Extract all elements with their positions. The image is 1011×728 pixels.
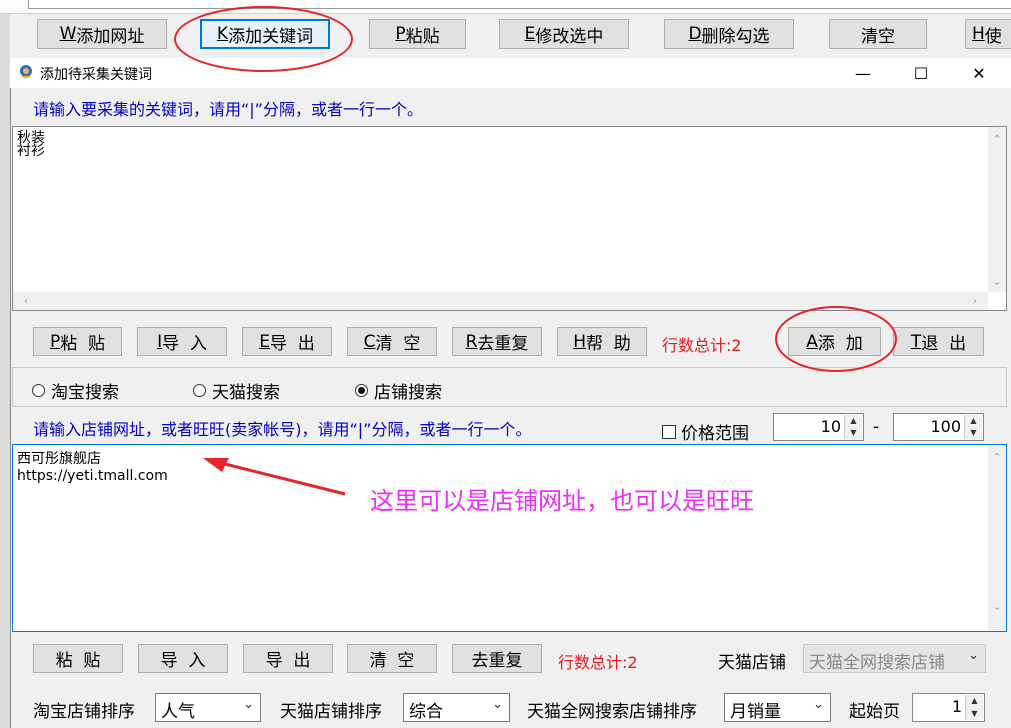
radio-taobao-search[interactable]: 淘宝搜索 — [32, 378, 119, 403]
keyword-hint: 请输入要采集的关键词，请用“|”分隔，或者一行一个。 — [33, 100, 423, 119]
dialog-title: 添加待采集关键词 — [40, 67, 152, 83]
price-min-spinner[interactable]: 10 ▲ ▼ — [773, 413, 864, 441]
annotation-text: 这里可以是店铺网址，也可以是旺旺 — [370, 487, 754, 515]
price-separator: - — [873, 417, 880, 437]
scroll-up-icon[interactable]: ⌃ — [988, 451, 1006, 464]
chevron-down-icon: ⌄ — [813, 697, 824, 712]
price-max-spinner[interactable]: 100 ▲ ▼ — [893, 413, 984, 441]
kw-import-button[interactable]: I导 入 — [137, 327, 227, 356]
shop-export-button[interactable]: 导 出 — [243, 644, 333, 673]
shops-vscrollbar[interactable]: ⌃ ⌄ — [988, 445, 1006, 631]
maximize-icon[interactable]: ☐ — [892, 58, 950, 88]
kw-help-button[interactable]: H帮 助 — [557, 327, 647, 356]
scroll-left-icon[interactable]: ‹ — [17, 294, 35, 307]
add-url-button[interactable]: W 添加网址 — [37, 19, 167, 49]
spinner-arrows-icon[interactable]: ▲ ▼ — [844, 415, 862, 439]
radio-icon — [32, 384, 45, 397]
close-icon[interactable]: ✕ — [950, 58, 1008, 88]
spinner-arrows-icon[interactable]: ▲ ▼ — [964, 415, 982, 439]
radio-tmall-search[interactable]: 天猫搜索 — [193, 378, 280, 403]
start-page-spinner[interactable]: 1 ▲ ▼ — [912, 693, 985, 722]
kw-paste-button[interactable]: P粘 贴 — [33, 327, 122, 356]
scroll-up-icon[interactable]: ⌃ — [988, 133, 1006, 146]
scroll-right-icon[interactable]: › — [966, 294, 984, 307]
exit-button[interactable]: T退 出 — [893, 327, 984, 356]
spinner-arrows-icon[interactable]: ▲ ▼ — [965, 695, 983, 720]
shop-paste-button[interactable]: 粘 贴 — [33, 644, 123, 673]
chevron-down-icon: ⌄ — [492, 697, 503, 712]
checkbox-icon — [662, 424, 676, 439]
kw-clear-button[interactable]: C清 空 — [347, 327, 437, 356]
annotation-arrow-icon — [203, 458, 346, 496]
chevron-down-icon: ⌄ — [243, 697, 254, 712]
left-gutter — [0, 14, 10, 728]
radio-shop-search[interactable]: 店铺搜索 — [355, 378, 442, 403]
edit-selected-button[interactable]: E 修改选中 — [499, 19, 629, 49]
clear-button[interactable]: 清空 — [829, 19, 927, 49]
keywords-vscrollbar[interactable]: ⌃ ⌄ — [988, 127, 1006, 292]
shop-dedupe-button[interactable]: 去重复 — [452, 644, 542, 673]
top-window-edge — [0, 0, 1011, 14]
taobao-sort-select[interactable]: 人气 ⌄ — [155, 693, 261, 722]
shops-textarea[interactable]: 西可彤旗舰店 https://yeti.tmall.com ⌃ ⌄ — [12, 444, 1007, 632]
tmall-sort-select[interactable]: 综合 ⌄ — [403, 693, 510, 722]
annotation-circle-add-keyword — [174, 6, 353, 72]
paste-button[interactable]: P 粘贴 — [369, 19, 466, 49]
kw-row-count: 行数总计:2 — [662, 336, 742, 355]
shop-hint: 请输入店铺网址，或者旺旺(卖家帐号)，请用“|”分隔，或者一行一个。 — [33, 420, 532, 439]
shops-text: 西可彤旗舰店 https://yeti.tmall.com — [17, 451, 168, 484]
keywords-textarea[interactable]: 秋装 衬衫 ⌃ ⌄ ‹ › — [12, 126, 1007, 311]
shop-row-count: 行数总计:2 — [558, 653, 638, 672]
radio-selected-icon — [355, 384, 368, 397]
tmall-all-sort-select[interactable]: 月销量 ⌄ — [724, 693, 831, 722]
price-range-checkbox[interactable]: 价格范围 — [662, 419, 749, 444]
tmall-shop-label: 天猫店铺 — [718, 653, 786, 673]
scroll-down-icon[interactable]: ⌄ — [988, 600, 1006, 613]
search-mode-group: 淘宝搜索 天猫搜索 店铺搜索 — [12, 367, 1007, 407]
delete-checked-button[interactable]: D 删除勾选 — [664, 19, 794, 49]
help-button[interactable]: H使 — [965, 19, 1011, 49]
kw-export-button[interactable]: E导 出 — [242, 327, 332, 356]
shop-clear-button[interactable]: 清 空 — [347, 644, 437, 673]
scroll-down-icon[interactable]: ⌄ — [988, 275, 1006, 288]
shop-import-button[interactable]: 导 入 — [138, 644, 228, 673]
annotation-circle-add-button — [775, 306, 897, 372]
main-toolbar: W 添加网址 K 添加关键词 P 粘贴 E 修改选中 D 删除勾选 清空 H使 — [10, 14, 1011, 58]
chevron-down-icon: ⌄ — [968, 648, 979, 663]
tmall-all-sort-label: 天猫全网搜索店铺排序 — [527, 702, 697, 722]
start-page-label: 起始页 — [849, 702, 900, 722]
keywords-text: 秋装 衬衫 — [17, 130, 45, 159]
tmall-sort-label: 天猫店铺排序 — [280, 702, 382, 722]
taobao-sort-label: 淘宝店铺排序 — [33, 702, 135, 722]
radio-icon — [193, 384, 206, 397]
kw-dedupe-button[interactable]: R 去重复 — [452, 327, 542, 356]
minimize-icon[interactable]: — — [834, 58, 892, 88]
app-logo-icon — [20, 65, 32, 79]
tmall-shop-select[interactable]: 天猫全网搜索店铺 ⌄ — [803, 644, 986, 673]
